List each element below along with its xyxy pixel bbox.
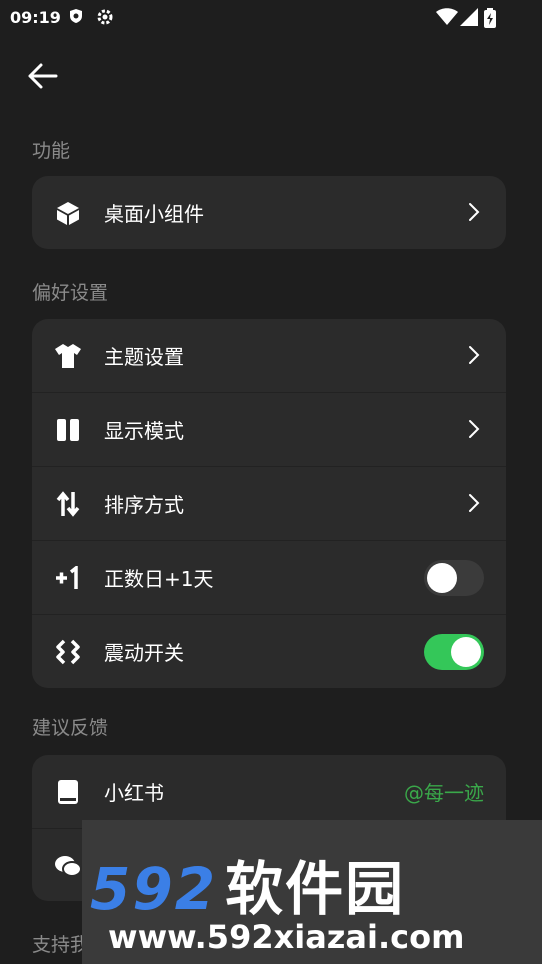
vibration-icon: [54, 638, 82, 666]
widget-row[interactable]: 桌面小组件: [32, 176, 506, 249]
chevron-right-icon: [469, 494, 480, 512]
watermark-cn: 软件园: [225, 855, 406, 923]
gear-icon: [97, 9, 113, 25]
columns-icon: [54, 416, 82, 444]
chevron-right-icon: [469, 346, 480, 364]
sort-order-row[interactable]: 排序方式: [32, 466, 506, 540]
plus-one-day-row: 正数日+1天: [32, 540, 506, 614]
plus-one-day-toggle[interactable]: [424, 560, 484, 596]
toggle-knob: [427, 563, 457, 593]
watermark-overlay: 592 软件园 www.592xiazai.com: [82, 820, 542, 964]
features-card: 桌面小组件: [32, 176, 506, 249]
back-button[interactable]: [24, 58, 60, 94]
display-mode-row[interactable]: 显示模式: [32, 392, 506, 466]
display-mode-label: 显示模式: [104, 419, 184, 443]
xiaohongshu-handle: @每一迹: [404, 781, 484, 805]
theme-settings-label: 主题设置: [104, 345, 184, 369]
sort-order-label: 排序方式: [104, 493, 184, 517]
watermark-brand: 592 软件园: [90, 842, 405, 926]
arrow-left-icon: [28, 63, 58, 89]
book-icon: [54, 778, 82, 806]
status-time: 09:19: [10, 8, 61, 27]
chevron-right-icon: [469, 203, 480, 221]
sort-icon: [54, 490, 82, 518]
section-title-preferences: 偏好设置: [32, 282, 109, 304]
tshirt-icon: [54, 342, 82, 370]
battery-icon: [484, 8, 496, 28]
xiaohongshu-label: 小红书: [104, 781, 164, 805]
status-bar: 09:19: [0, 0, 542, 36]
signal-icon: [460, 8, 478, 26]
wifi-icon: [436, 8, 458, 25]
vibration-row: 震动开关: [32, 614, 506, 688]
shield-icon: [70, 9, 82, 23]
section-title-feedback: 建议反馈: [32, 717, 109, 739]
watermark-digits: 592: [90, 855, 218, 923]
plus-one-icon: [54, 564, 82, 592]
cube-icon: [54, 199, 82, 227]
plus-one-day-label: 正数日+1天: [104, 567, 214, 591]
widget-label: 桌面小组件: [104, 202, 204, 226]
section-title-support: 支持我: [32, 934, 90, 956]
watermark-url: www.592xiazai.com: [108, 918, 465, 956]
theme-settings-row[interactable]: 主题设置: [32, 319, 506, 392]
chevron-right-icon: [469, 420, 480, 438]
section-title-features: 功能: [32, 140, 71, 162]
xiaohongshu-row[interactable]: 小红书 @每一迹: [32, 755, 506, 828]
vibration-label: 震动开关: [104, 641, 184, 665]
toggle-knob: [451, 637, 481, 667]
preferences-card: 主题设置 显示模式 排序方式 正数日+1天 震动开关: [32, 319, 506, 688]
chat-icon: [54, 852, 82, 880]
vibration-toggle[interactable]: [424, 634, 484, 670]
